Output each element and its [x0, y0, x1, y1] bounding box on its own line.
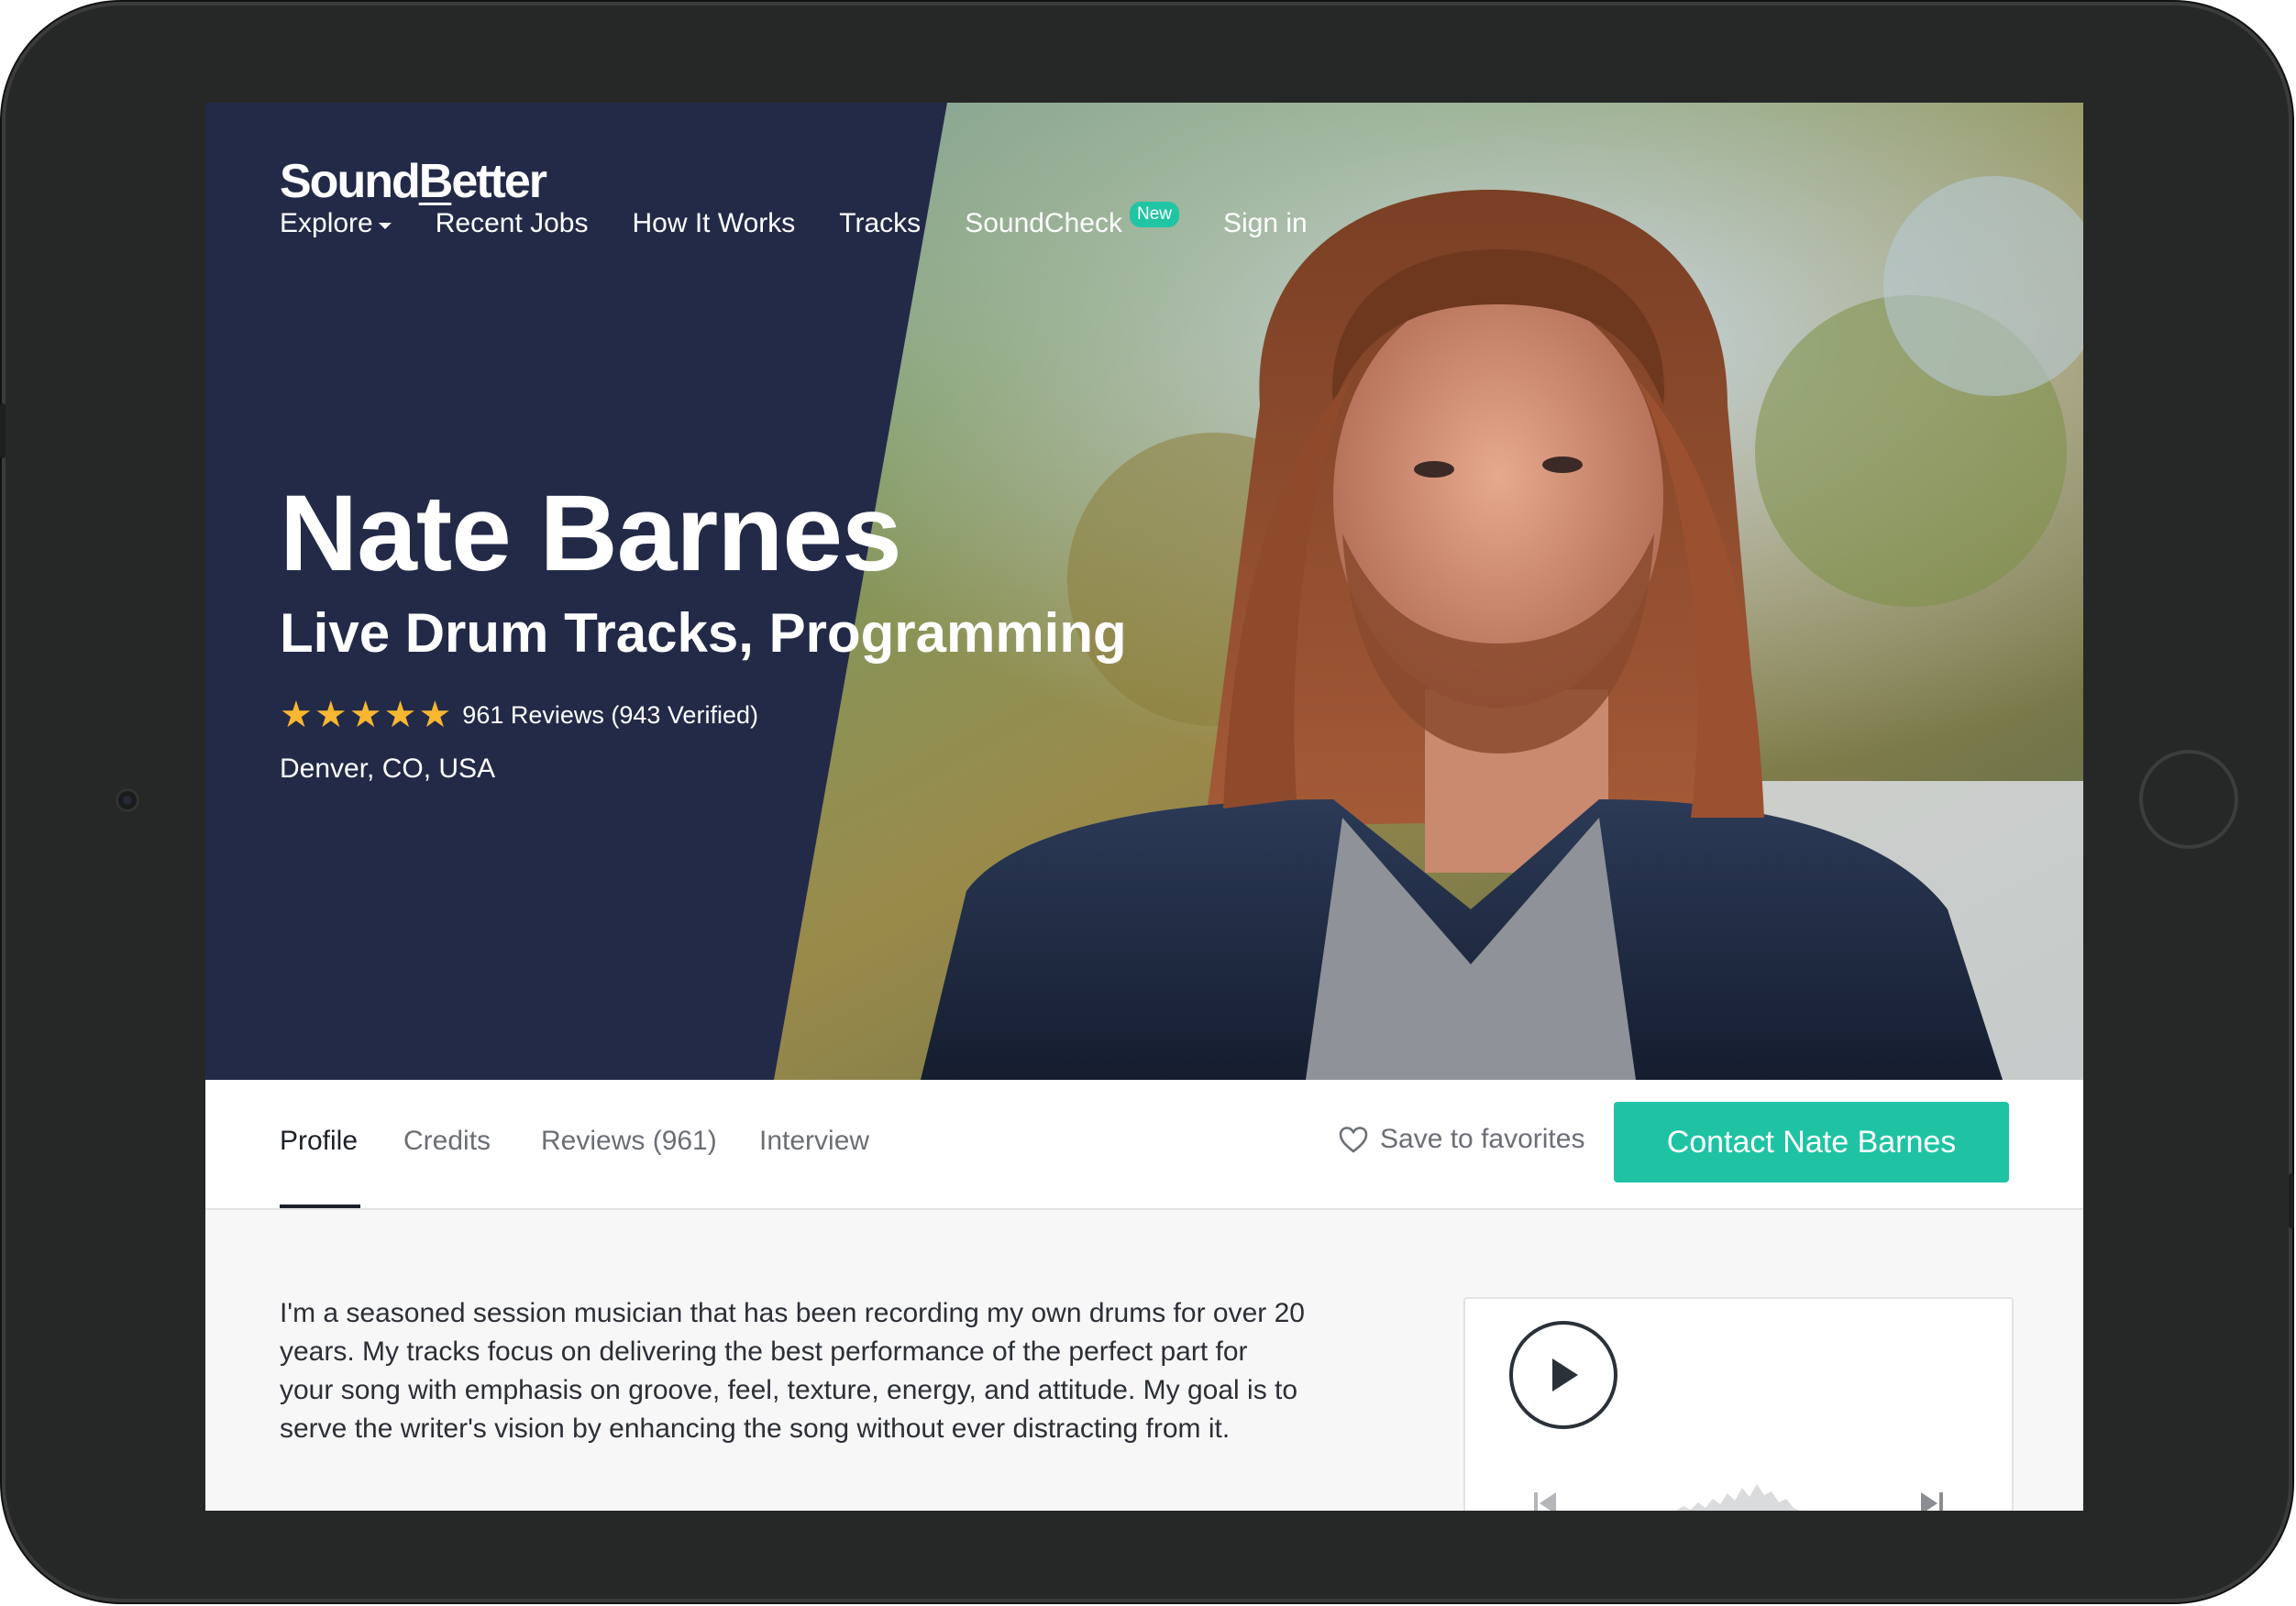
contact-button[interactable]: Contact Nate Barnes	[1614, 1102, 2009, 1182]
main-nav: Explore Recent Jobs How It Works Tracks …	[280, 202, 1352, 242]
tab-profile[interactable]: Profile	[280, 1126, 358, 1157]
tab-reviews[interactable]: Reviews (961)	[541, 1126, 717, 1157]
play-icon	[1552, 1358, 1578, 1392]
home-button[interactable]	[2139, 750, 2238, 849]
skip-previous-icon[interactable]	[1531, 1490, 1559, 1511]
star-icon: ★	[418, 695, 452, 735]
star-icon: ★	[383, 695, 417, 735]
star-rating: ★ ★ ★ ★ ★	[280, 697, 453, 733]
star-icon: ★	[280, 695, 313, 735]
front-camera	[116, 788, 139, 812]
screen: SoundBetter Explore Recent Jobs How It W…	[205, 103, 2083, 1511]
rating[interactable]: ★ ★ ★ ★ ★ 961 Reviews (943 Verified)	[280, 697, 758, 733]
audio-player	[1463, 1297, 2014, 1511]
profile-tabbar: Profile Credits Reviews (961) Interview …	[205, 1080, 2083, 1210]
tab-interview[interactable]: Interview	[759, 1126, 869, 1157]
bio-text: I'm a seasoned session musician that has…	[280, 1298, 1305, 1444]
play-button[interactable]	[1509, 1321, 1617, 1429]
volume-button	[0, 403, 6, 458]
save-to-favorites-button[interactable]: Save to favorites	[1338, 1124, 1584, 1155]
side-button	[2289, 1173, 2294, 1228]
star-icon: ★	[314, 695, 348, 735]
soundbetter-logo[interactable]: SoundBetter	[280, 154, 547, 209]
heart-icon	[1339, 1127, 1368, 1153]
tab-credits[interactable]: Credits	[403, 1126, 491, 1157]
hero-banner: SoundBetter Explore Recent Jobs How It W…	[205, 103, 2083, 1080]
profile-subtitle: Live Drum Tracks, Programming	[280, 602, 1127, 664]
nav-soundcheck[interactable]: SoundCheck New	[965, 202, 1179, 239]
new-badge: New	[1129, 202, 1179, 227]
nav-how-it-works[interactable]: How It Works	[632, 208, 795, 239]
caret-down-icon	[378, 222, 392, 229]
nav-recent-jobs[interactable]: Recent Jobs	[436, 208, 589, 239]
profile-location: Denver, CO, USA	[280, 754, 496, 784]
reviews-count[interactable]: 961 Reviews (943 Verified)	[462, 701, 758, 730]
waveform[interactable]	[1674, 1475, 1803, 1511]
nav-tracks[interactable]: Tracks	[839, 208, 921, 239]
star-icon: ★	[348, 695, 382, 735]
nav-sign-in[interactable]: Sign in	[1223, 208, 1308, 239]
active-tab-indicator	[280, 1204, 360, 1208]
nav-explore[interactable]: Explore	[280, 208, 392, 239]
skip-next-icon[interactable]	[1918, 1490, 1946, 1511]
profile-name: Nate Barnes	[280, 473, 902, 594]
